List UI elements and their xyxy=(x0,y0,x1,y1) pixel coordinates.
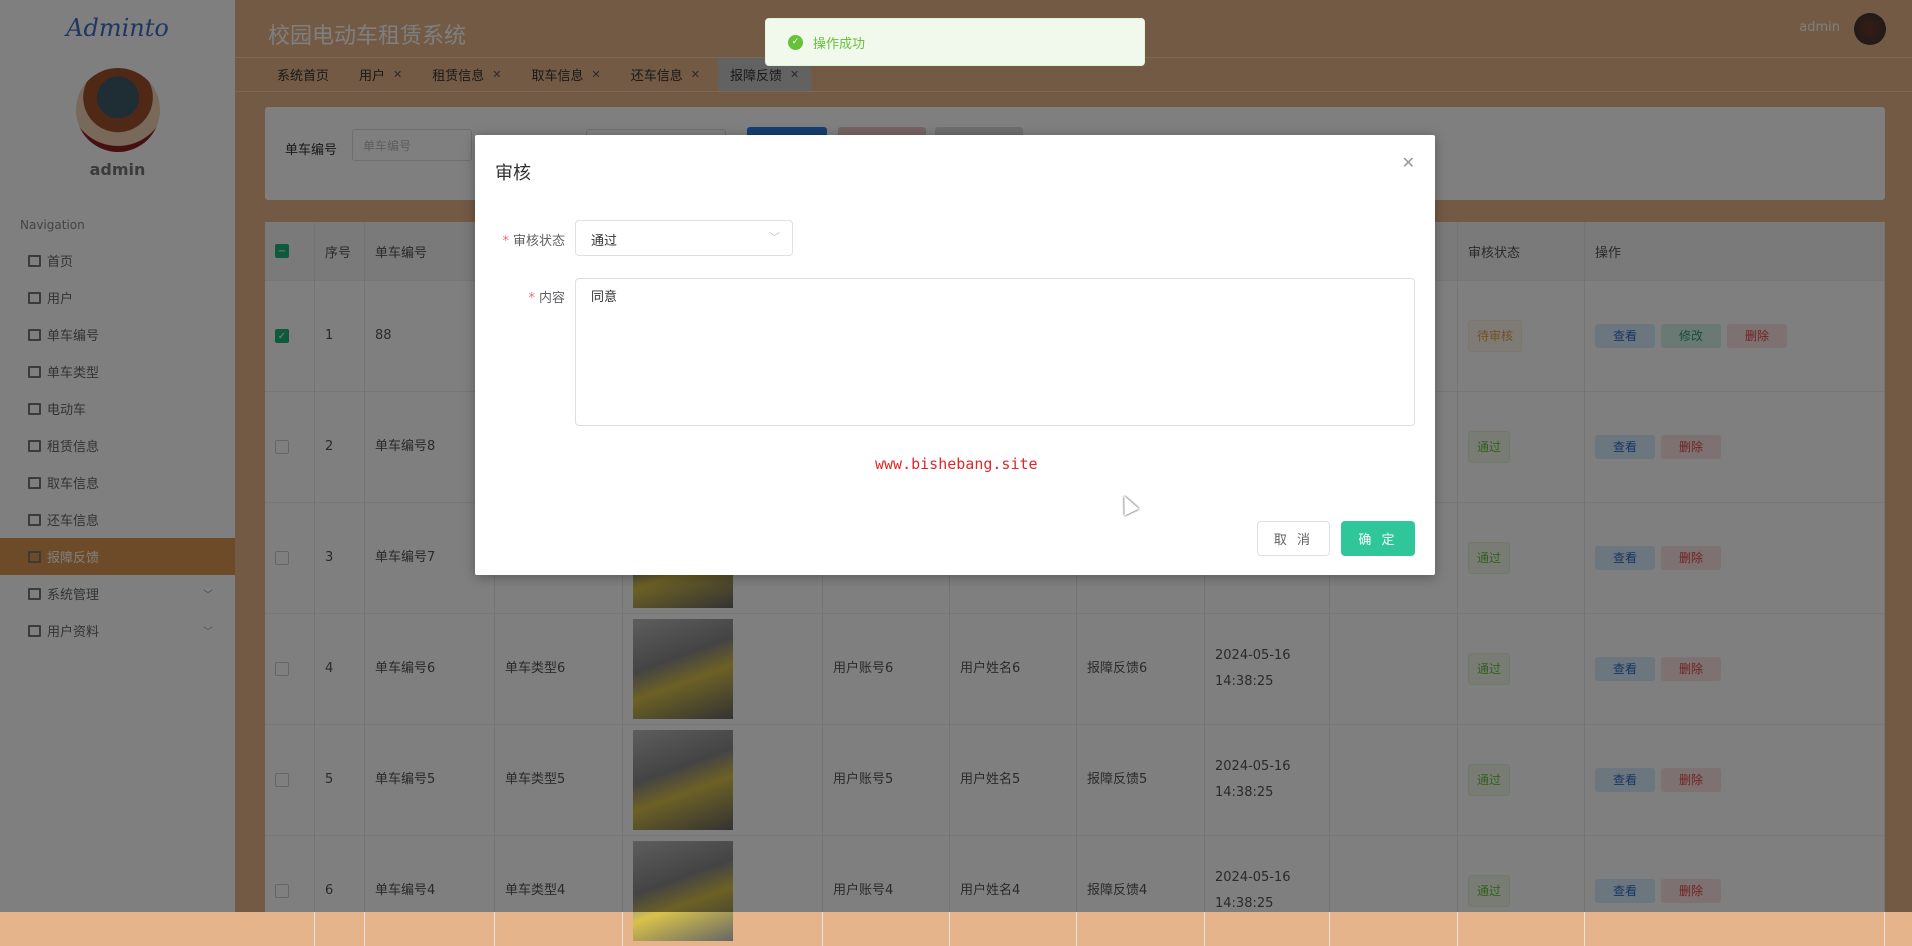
toast-message: 操作成功 xyxy=(813,36,866,52)
chevron-down-icon: ﹀ xyxy=(769,231,780,244)
confirm-button[interactable]: 确 定 xyxy=(1341,521,1415,556)
dialog-title: 审核 xyxy=(495,163,531,184)
content-label: * 内容 xyxy=(528,291,565,306)
status-select[interactable]: 通过 ﹀ xyxy=(575,220,793,256)
close-icon[interactable]: ✕ xyxy=(1402,153,1415,172)
watermark: www.bishebang.site xyxy=(875,455,1038,473)
content-textarea[interactable]: 同意 xyxy=(575,278,1415,426)
review-dialog: 审核 ✕ * 审核状态 通过 ﹀ * 内容 同意 www.bishebang.site… xyxy=(475,135,1435,575)
check-circle-icon: ✓ xyxy=(788,34,803,50)
cancel-button[interactable]: 取 消 xyxy=(1257,521,1330,556)
status-label: * 审核状态 xyxy=(502,234,565,249)
success-toast: ✓ 操作成功 xyxy=(765,18,1145,66)
